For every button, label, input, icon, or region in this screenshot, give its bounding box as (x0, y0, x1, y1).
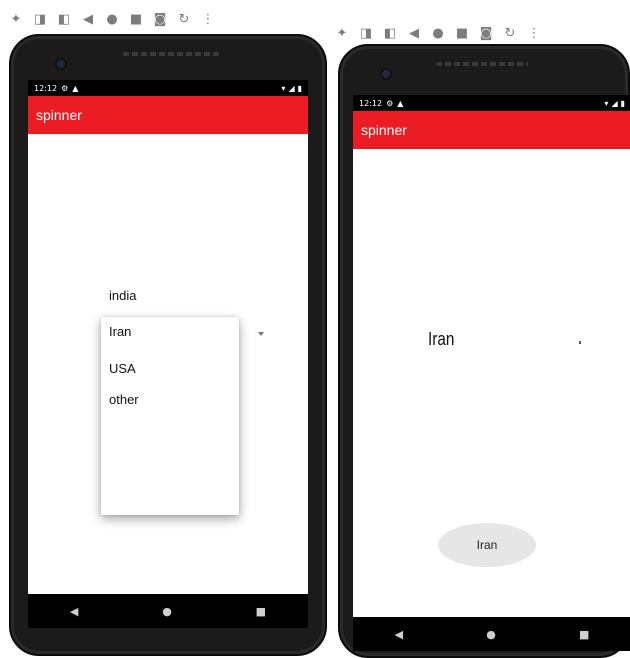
settings-status-icon: ⚙ (61, 83, 69, 93)
spinner-arrow-icon[interactable] (579, 341, 581, 344)
speaker-grille (436, 62, 528, 66)
nav-overview-icon[interactable]: ■ (579, 628, 589, 641)
power-icon[interactable]: ✦ (330, 22, 354, 44)
right-phone-frame: 12:12 ⚙ ▲ ▾ ◢ ▮ spinner Iran Iran ◀ ● ■ (338, 44, 630, 658)
front-camera-icon (55, 58, 67, 70)
back-icon[interactable]: ◀ (76, 8, 100, 30)
power-icon[interactable]: ✦ (4, 8, 28, 30)
signal-icon: ◢ (288, 83, 295, 93)
front-camera-icon (380, 68, 392, 80)
dropdown-item-india[interactable]: india (109, 288, 136, 303)
app-title: spinner (361, 122, 407, 138)
wifi-icon: ▾ (281, 83, 286, 93)
back-icon[interactable]: ◀ (402, 22, 426, 44)
nav-overview-icon[interactable]: ■ (256, 605, 266, 618)
more-icon[interactable]: ⋮ (522, 22, 546, 44)
more-icon[interactable]: ⋮ (196, 8, 220, 30)
status-time: 12:12 (359, 98, 383, 108)
left-screen: 12:12 ⚙ ▲ ▾ ◢ ▮ spinner india Iran USA o… (28, 80, 308, 628)
signal-icon: ◢ (611, 98, 618, 108)
home-icon[interactable]: ● (100, 8, 124, 30)
battery-saver-icon: ▲ (72, 83, 79, 93)
wifi-icon: ▾ (604, 98, 609, 108)
overview-icon[interactable]: ■ (124, 8, 148, 30)
settings-status-icon: ⚙ (386, 98, 394, 108)
toast-message: Iran (438, 523, 536, 567)
battery-saver-icon: ▲ (397, 98, 404, 108)
nav-back-icon[interactable]: ◀ (395, 628, 403, 641)
speaker-grille (123, 52, 219, 56)
battery-icon: ▮ (297, 83, 302, 93)
camera-icon[interactable]: ◙ (148, 8, 172, 30)
dropdown-item-iran[interactable]: Iran (109, 324, 131, 339)
right-screen: 12:12 ⚙ ▲ ▾ ◢ ▮ spinner Iran Iran ◀ ● ■ (353, 95, 630, 651)
nav-home-icon[interactable]: ● (486, 628, 496, 641)
left-phone-frame: 12:12 ⚙ ▲ ▾ ◢ ▮ spinner india Iran USA o… (9, 34, 327, 656)
nav-bar: ◀ ● ■ (353, 617, 630, 651)
nav-back-icon[interactable]: ◀ (70, 605, 78, 618)
overview-icon[interactable]: ■ (450, 22, 474, 44)
volume-up-icon[interactable]: ◨ (354, 22, 378, 44)
rotate-icon[interactable]: ↻ (172, 8, 196, 30)
camera-icon[interactable]: ◙ (474, 22, 498, 44)
dropdown-item-other[interactable]: other (109, 392, 139, 407)
app-title: spinner (36, 107, 82, 123)
left-emulator-toolbar: ✦ ◨ ◧ ◀ ● ■ ◙ ↻ ⋮ (4, 4, 220, 34)
nav-home-icon[interactable]: ● (162, 605, 172, 618)
rotate-icon[interactable]: ↻ (498, 22, 522, 44)
status-time: 12:12 (34, 83, 58, 93)
app-bar: spinner (28, 96, 308, 134)
app-bar: spinner (353, 111, 630, 149)
nav-bar: ◀ ● ■ (28, 594, 308, 628)
spinner-dropdown-popup: Iran USA other (101, 317, 239, 515)
volume-down-icon[interactable]: ◧ (52, 8, 76, 30)
battery-icon: ▮ (620, 98, 625, 108)
status-bar: 12:12 ⚙ ▲ ▾ ◢ ▮ (28, 80, 308, 96)
dropdown-item-usa[interactable]: USA (109, 361, 136, 376)
status-bar: 12:12 ⚙ ▲ ▾ ◢ ▮ (353, 95, 630, 111)
spinner-selected-value[interactable]: Iran (428, 329, 454, 350)
home-icon[interactable]: ● (426, 22, 450, 44)
spinner-arrow-icon[interactable] (258, 332, 264, 336)
volume-down-icon[interactable]: ◧ (378, 22, 402, 44)
volume-up-icon[interactable]: ◨ (28, 8, 52, 30)
